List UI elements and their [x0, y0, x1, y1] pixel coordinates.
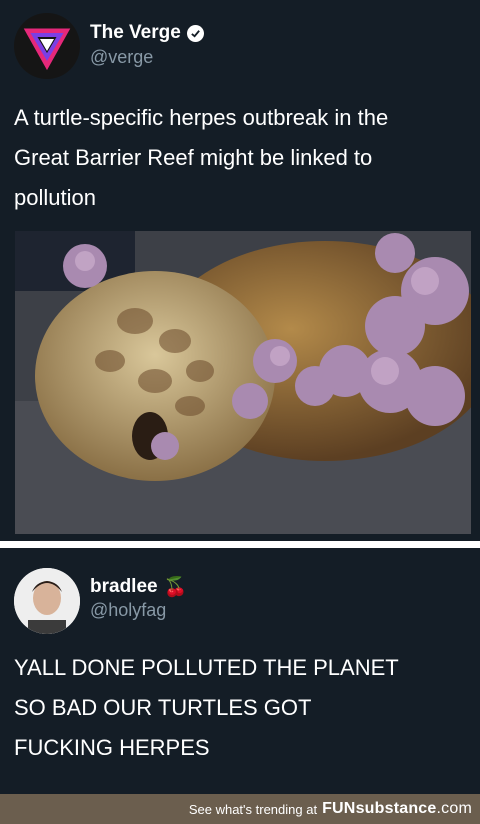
author-name-text: bradlee: [90, 576, 158, 597]
funsubstance-footer[interactable]: See what's trending at FUNsubstance.com: [0, 794, 480, 824]
tweet-text-line: Great Barrier Reef might be linked to: [14, 145, 373, 170]
tweet-text-line: A turtle-specific herpes outbreak in the: [14, 105, 389, 130]
tweet-text-line: pollution: [14, 185, 96, 210]
author-name-text: The Verge: [90, 22, 181, 43]
tweet-author-name[interactable]: The Verge: [90, 22, 204, 44]
verified-badge-icon: [186, 24, 204, 42]
tweet-author-handle[interactable]: @verge: [90, 47, 153, 68]
tweet-text-line: YALL DONE POLLUTED THE PLANET: [14, 655, 399, 680]
cherry-emoji-icon: 🍒: [163, 577, 188, 598]
verge-avatar[interactable]: [14, 13, 80, 79]
tweet-bradlee: bradlee 🍒 @holyfag YALL DONE POLLUTED TH…: [0, 548, 480, 794]
verge-logo-icon: [14, 13, 80, 79]
tweet-text-line: FUCKING HERPES: [14, 735, 210, 760]
tweet-author-handle[interactable]: @holyfag: [90, 600, 166, 621]
tweet-text: A turtle-specific herpes outbreak in the…: [14, 98, 468, 218]
tweet-the-verge: The Verge @verge A turtle-specific herpe…: [0, 0, 480, 541]
footer-text: See what's trending at: [188, 801, 318, 817]
tweet-text: YALL DONE POLLUTED THE PLANET SO BAD OUR…: [14, 648, 468, 768]
tweet-author-name[interactable]: bradlee 🍒: [90, 575, 187, 599]
user-avatar[interactable]: [14, 568, 80, 634]
user-avatar-icon: [14, 568, 80, 634]
funsubstance-logo: FUNsubstance.com: [322, 800, 472, 817]
tweet-text-line: SO BAD OUR TURTLES GOT: [14, 695, 312, 720]
turtle-photo[interactable]: [15, 231, 471, 534]
